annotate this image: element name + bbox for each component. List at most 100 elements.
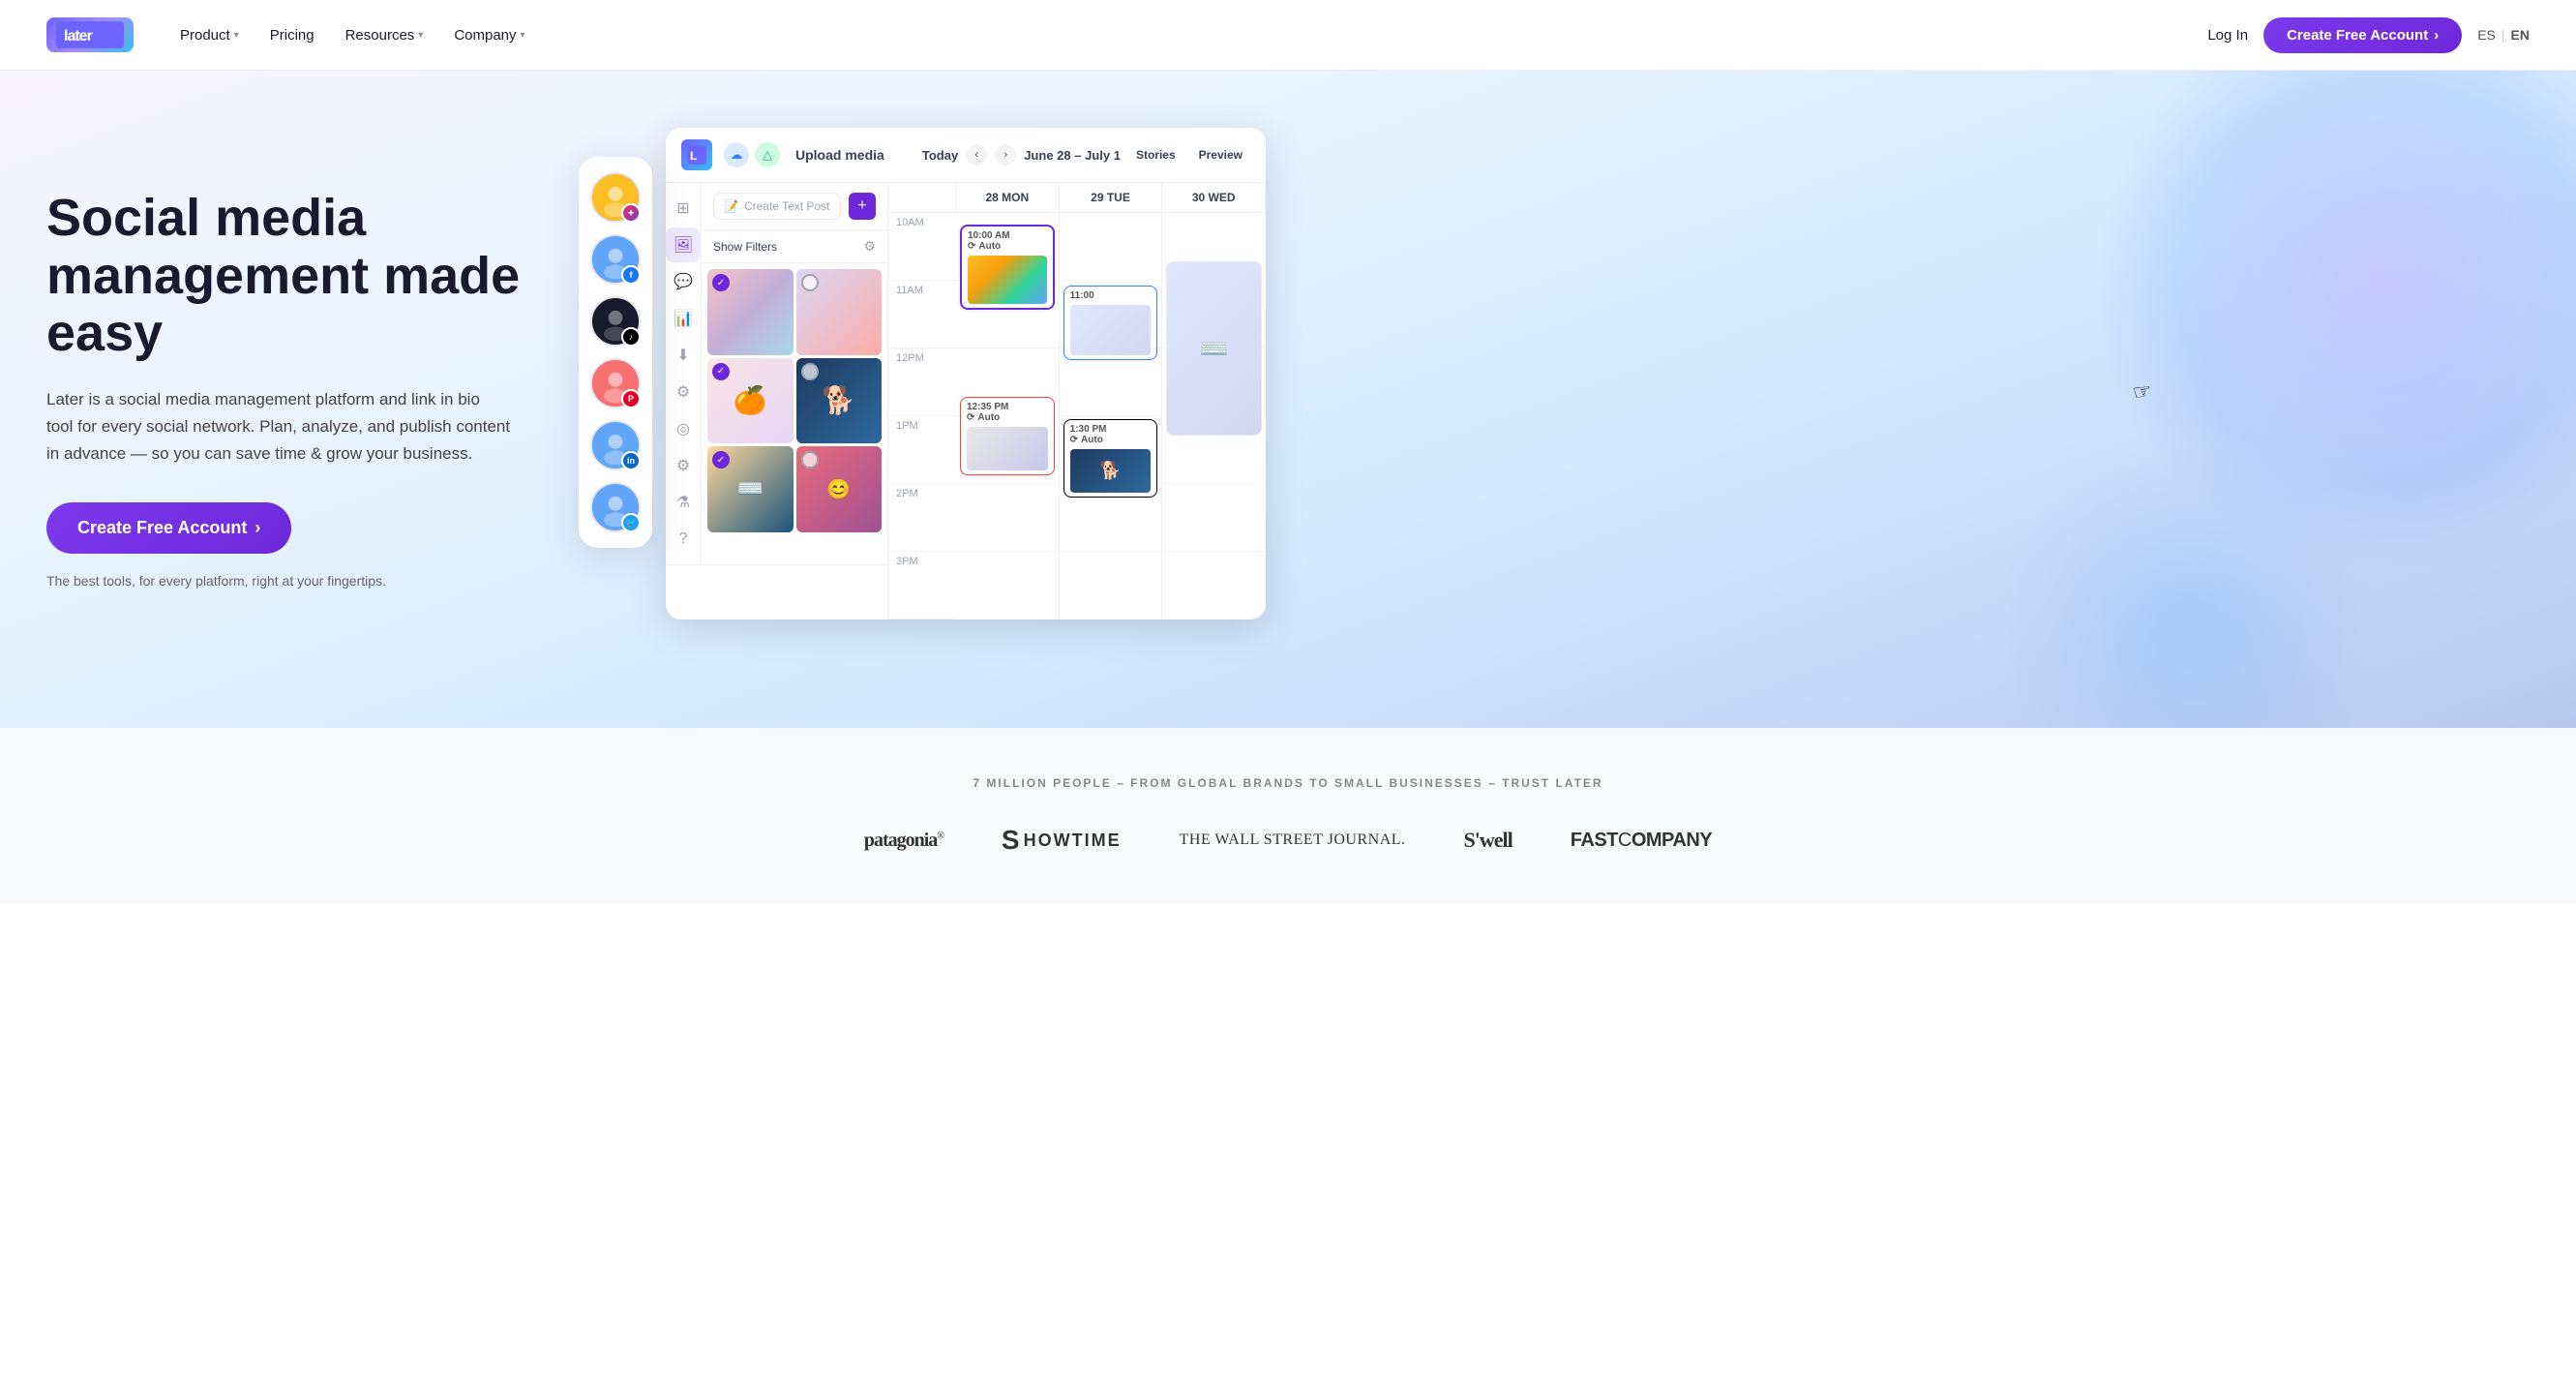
brand-showtime: SHOWTIME (1002, 825, 1122, 856)
media-grid: ✓ 🍊 ✓ (702, 263, 887, 538)
logo-image: later (46, 17, 134, 52)
media-thumb-6[interactable]: 😊 (796, 446, 883, 532)
media-thumb-2[interactable] (796, 269, 883, 355)
accounts-sidebar: ✦ f (579, 157, 652, 548)
lang-es[interactable]: ES (2477, 27, 2496, 43)
next-arrow-button[interactable]: › (995, 144, 1016, 166)
scheduler-header: L ☁ △ Upload media Today ‹ › June 28 – J… (666, 128, 1266, 183)
cal-col-wed: ⌨️ (1162, 213, 1266, 619)
hero-cta-button[interactable]: Create Free Account › (46, 502, 291, 554)
cal-day-mon: 28 MON (956, 183, 1060, 212)
show-filters-bar: Show Filters ⚙ (702, 230, 887, 263)
nav-link-product[interactable]: Product ▾ (168, 19, 251, 51)
sidebar-icon-gear[interactable]: ⚙ (666, 448, 701, 483)
trust-text: 7 MILLION PEOPLE – FROM GLOBAL BRANDS TO… (973, 776, 1603, 790)
event-time: 1:30 PM (1070, 424, 1152, 435)
hero-title: Social media management made easy (46, 190, 550, 362)
sidebar-icon-chart[interactable]: 📊 (666, 301, 701, 336)
media-thumb-3[interactable]: 🍊 ✓ (707, 358, 794, 444)
nav-logo[interactable]: later (46, 17, 134, 52)
media-thumb-1[interactable]: ✓ (707, 269, 794, 355)
time-column: 10AM 11AM 12PM 1PM 2PM 3PM (888, 213, 956, 619)
text-post-icon: 📝 (724, 199, 738, 213)
calendar-event-4[interactable]: 1:30 PM ⟳ Auto 🐕 (1063, 419, 1158, 498)
account-pinterest[interactable]: P (590, 358, 641, 408)
calendar-event-2[interactable]: 12:35 PM ⟳ Auto (960, 397, 1055, 475)
sidebar-icon-help[interactable]: ? (666, 522, 701, 557)
auto-label: Auto (1081, 435, 1103, 445)
dropbox-icon: ☁ (724, 142, 749, 167)
create-text-post-input[interactable]: 📝 Create Text Post (713, 193, 841, 220)
chevron-down-icon: ▾ (418, 30, 423, 41)
preview-button[interactable]: Preview (1191, 144, 1250, 166)
filter-icon[interactable]: ⚙ (863, 238, 876, 255)
nav-link-company[interactable]: Company ▾ (442, 19, 536, 51)
today-button[interactable]: Today (922, 148, 958, 163)
drive-icon: △ (755, 142, 780, 167)
account-facebook[interactable]: f (590, 234, 641, 285)
nav-product-label: Product (180, 27, 230, 44)
nav-link-pricing[interactable]: Pricing (258, 19, 326, 51)
tiktok-badge: ♪ (621, 327, 641, 347)
add-post-button[interactable]: + (849, 193, 876, 220)
arrow-icon: › (255, 518, 260, 538)
event-auto: ⟳ Auto (968, 241, 1047, 252)
account-twitter[interactable]: 🐦 (590, 482, 641, 532)
account-linkedin[interactable]: in (590, 420, 641, 470)
chevron-down-icon: ▾ (521, 30, 525, 41)
media-thumb-5[interactable]: ⌨️ ✓ (707, 446, 794, 532)
time-10am: 10AM (888, 213, 956, 281)
sidebar-icon-settings3[interactable]: ◎ (666, 411, 701, 446)
calendar-header: 28 MON 29 TUE 30 WED (888, 183, 1266, 213)
language-selector: ES | EN (2477, 27, 2530, 43)
media-check-empty (801, 363, 819, 380)
media-thumb-4[interactable]: 🐕 (796, 358, 883, 444)
media-check-icon: ✓ (712, 363, 730, 380)
hero-sub-text: The best tools, for every platform, righ… (46, 573, 550, 589)
time-1pm: 1PM (888, 416, 956, 484)
hero-section: Social media management made easy Later … (0, 70, 2576, 728)
sidebar-icon-home[interactable]: ⊞ (666, 191, 701, 226)
sidebar-icon-settings2[interactable]: ⚙ (666, 375, 701, 409)
sidebar-icon-download[interactable]: ⬇ (666, 338, 701, 373)
upload-media-button[interactable]: Upload media (795, 147, 884, 163)
account-tiktok[interactable]: ♪ (590, 296, 641, 347)
calendar-event-1[interactable]: 10:00 AM ⟳ Auto (960, 225, 1055, 310)
hero-cta-label: Create Free Account (77, 518, 247, 538)
cloud-storage-icons: ☁ △ (724, 142, 780, 167)
cal-slot (1060, 213, 1162, 281)
cal-day-tue: 29 TUE (1060, 183, 1163, 212)
time-11am: 11AM (888, 281, 956, 348)
nav-link-resources[interactable]: Resources ▾ (334, 19, 435, 51)
nav-pricing-label: Pricing (270, 27, 315, 44)
calendar-event-3[interactable]: 11:00 (1063, 286, 1158, 360)
facebook-badge: f (621, 265, 641, 285)
cal-day-wed: 30 WED (1162, 183, 1266, 212)
twitter-badge: 🐦 (621, 513, 641, 532)
nav-links: Product ▾ Pricing Resources ▾ Company ▾ (168, 19, 537, 51)
nav-cta-button[interactable]: Create Free Account › (2263, 17, 2462, 53)
lang-en[interactable]: EN (2511, 27, 2530, 43)
create-text-placeholder: Create Text Post (744, 199, 830, 213)
login-button[interactable]: Log In (2207, 27, 2248, 44)
hero-description: Later is a social media management platf… (46, 386, 511, 468)
auto-icon: ⟳ (1070, 435, 1078, 445)
media-toolbar: 📝 Create Text Post + (702, 183, 887, 230)
media-check-empty (801, 451, 819, 468)
prev-arrow-button[interactable]: ‹ (966, 144, 987, 166)
stories-button[interactable]: Stories (1128, 144, 1183, 166)
cursor-pointer: ☞ (2131, 378, 2154, 406)
sidebar-icon-flask[interactable]: ⚗ (666, 485, 701, 520)
event-auto: ⟳ Auto (967, 412, 1048, 423)
lang-separator: | (2501, 27, 2505, 43)
cal-col-mon: 10:00 AM ⟳ Auto 12:35 PM (956, 213, 1060, 619)
media-panel: ⊞ 🖼 💬 📊 ⬇ ⚙ ◎ ⚙ ⚗ ? (666, 183, 888, 619)
sidebar-icon-chat[interactable]: 💬 (666, 264, 701, 299)
show-filters-label[interactable]: Show Filters (713, 240, 777, 254)
cal-empty-header (888, 183, 956, 212)
nav-resources-label: Resources (345, 27, 415, 44)
scheduler-nav: Today ‹ › June 28 – July 1 Stories Previ… (922, 144, 1250, 166)
wed-content: ⌨️ (1166, 261, 1262, 436)
account-instagram[interactable]: ✦ (590, 172, 641, 223)
sidebar-icon-media[interactable]: 🖼 (666, 227, 701, 262)
